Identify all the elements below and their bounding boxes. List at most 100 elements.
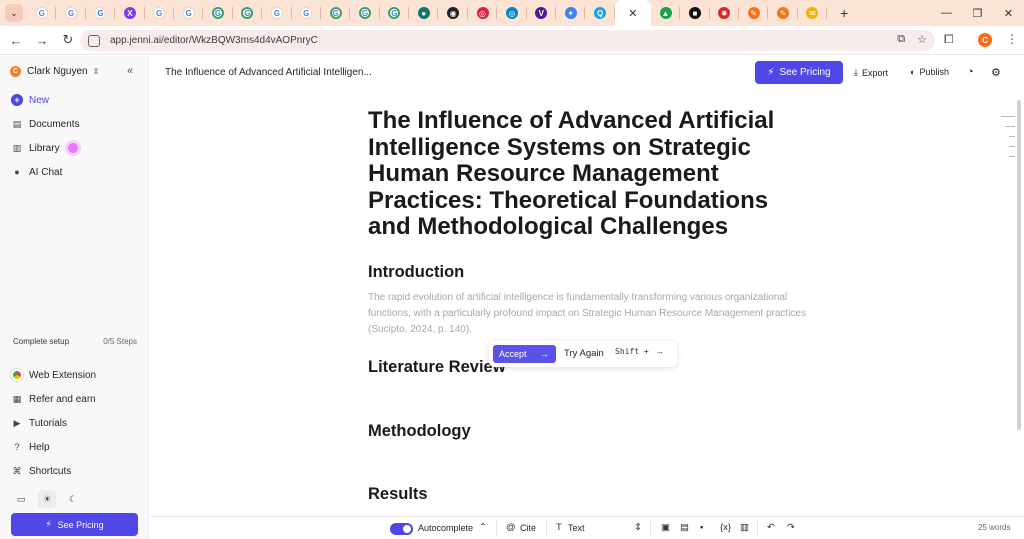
sun-icon[interactable]: ☀: [38, 490, 56, 508]
try-again-button[interactable]: Try Again: [564, 348, 604, 359]
reload-button[interactable]: ↻: [55, 32, 81, 48]
site-info-icon[interactable]: [88, 34, 100, 47]
sidebar-item-shortcuts[interactable]: ⌘ Shortcuts: [11, 462, 72, 480]
export-button[interactable]: ⤓ Export: [854, 67, 888, 78]
browser-tab[interactable]: ▲: [651, 0, 681, 26]
undo-icon[interactable]: ↶: [767, 522, 775, 533]
sidebar-item-web-extension[interactable]: Web Extension: [11, 366, 96, 384]
autocomplete-toggle[interactable]: [390, 523, 413, 535]
cite-button[interactable]: Cite: [520, 523, 536, 533]
back-button[interactable]: ←: [3, 33, 29, 48]
heading-introduction[interactable]: Introduction: [368, 263, 464, 282]
browser-tab[interactable]: ◉: [438, 0, 469, 26]
table-icon[interactable]: ▤: [680, 522, 689, 533]
browser-tab[interactable]: G: [56, 0, 87, 26]
complete-setup-progress[interactable]: Complete setup 0/5 Steps: [13, 337, 137, 346]
divider: [650, 521, 651, 535]
browser-tab[interactable]: G: [321, 0, 351, 26]
browser-tab[interactable]: ✉: [798, 0, 828, 26]
minimize-button[interactable]: —: [931, 7, 962, 19]
account-switcher[interactable]: C Clark Nguyen ⇕: [10, 66, 99, 77]
install-app-icon[interactable]: ⧉: [897, 33, 905, 46]
select-chevron-icon[interactable]: ⇕: [634, 522, 642, 533]
document-title[interactable]: The Influence of Advanced Artificial Int…: [368, 107, 808, 241]
profile-avatar[interactable]: C: [978, 33, 992, 47]
library-icon: ▥: [12, 142, 22, 153]
close-tab-icon[interactable]: ✕: [628, 7, 637, 20]
outline-line[interactable]: [1009, 136, 1015, 137]
browser-tab[interactable]: G: [145, 0, 175, 26]
document-outline[interactable]: [1001, 116, 1015, 166]
heading-literature-review[interactable]: Literature Review: [368, 358, 506, 377]
browser-tab[interactable]: G: [292, 0, 322, 26]
browser-tab[interactable]: ◎: [497, 0, 528, 26]
browser-menu-icon[interactable]: ⋮: [1006, 32, 1018, 46]
browser-tab[interactable]: ✎: [739, 0, 769, 26]
bookmark-star-icon[interactable]: ☆: [917, 33, 927, 46]
image-icon[interactable]: ▣: [661, 522, 670, 533]
history-icon[interactable]: ◔: [967, 66, 974, 78]
document-body[interactable]: The Influence of Advanced Artificial Int…: [368, 107, 808, 241]
redo-icon[interactable]: ↷: [787, 522, 795, 533]
sidebar-item-refer[interactable]: ▦ Refer and earn: [11, 390, 96, 408]
browser-tab[interactable]: G: [174, 0, 204, 26]
browser-tab[interactable]: G: [262, 0, 292, 26]
new-tab-button[interactable]: +: [833, 5, 855, 21]
jenni-icon: ✦: [564, 7, 577, 19]
tab-search-chevron-icon[interactable]: ⌄: [5, 4, 23, 22]
outline-line[interactable]: [1009, 156, 1015, 157]
outline-line[interactable]: [1009, 146, 1015, 147]
forward-button[interactable]: →: [29, 33, 55, 48]
browser-tab[interactable]: G: [233, 0, 263, 26]
sidebar-item-label: Library: [29, 142, 60, 154]
heading-methodology[interactable]: Methodology: [368, 422, 471, 441]
browser-tab[interactable]: ■: [680, 0, 710, 26]
address-bar[interactable]: app.jenni.ai/editor/WkzBQW3ms4d4vAOPnryC…: [80, 30, 935, 51]
browser-tab[interactable]: G: [380, 0, 410, 26]
heading-results[interactable]: Results: [368, 485, 428, 504]
browser-tab[interactable]: ◎: [468, 0, 498, 26]
sidebar-item-documents[interactable]: ▤ Documents: [11, 115, 80, 133]
browser-tab[interactable]: G: [203, 0, 234, 26]
sidebar-item-library[interactable]: ▥ Library: [11, 139, 78, 157]
maximize-button[interactable]: ❐: [962, 7, 993, 20]
code-block-icon[interactable]: ▥: [740, 522, 749, 533]
see-pricing-button[interactable]: ⚡ See Pricing: [755, 61, 843, 84]
accept-button[interactable]: Accept →: [493, 345, 556, 363]
browser-tab-active[interactable]: ✕: [614, 0, 651, 26]
monitor-icon[interactable]: ▭: [12, 490, 30, 508]
browser-tab[interactable]: ✎: [768, 0, 799, 26]
browser-tab[interactable]: ●: [409, 0, 439, 26]
sidebar-item-ai-chat[interactable]: ● AI Chat: [11, 163, 62, 181]
sidebar-item-tutorials[interactable]: ▶ Tutorials: [11, 414, 67, 432]
text-style-select[interactable]: Text: [568, 523, 585, 533]
browser-tab[interactable]: ✹: [710, 0, 740, 26]
document-icon: ▤: [12, 118, 22, 129]
arrow-right-icon: →: [655, 346, 664, 356]
moon-icon[interactable]: ☾: [64, 490, 82, 508]
browser-tab[interactable]: V: [527, 0, 557, 26]
close-window-button[interactable]: ✕: [993, 7, 1024, 20]
extensions-puzzle-icon[interactable]: ⧠: [944, 32, 954, 47]
publish-button[interactable]: ◐ Publish: [910, 67, 949, 77]
collapse-sidebar-button[interactable]: «: [127, 65, 133, 77]
browser-tab[interactable]: Q: [585, 0, 616, 26]
scrollbar[interactable]: [1017, 100, 1021, 430]
dark-app-icon: ◉: [447, 7, 460, 19]
browser-tab[interactable]: ✦: [556, 0, 586, 26]
browser-tab[interactable]: G: [86, 0, 116, 26]
embed-icon[interactable]: ▪: [700, 522, 703, 533]
formula-icon[interactable]: {x}: [720, 522, 731, 533]
settings-gear-icon[interactable]: ⚙: [991, 66, 1001, 79]
document-title-breadcrumb[interactable]: The Influence of Advanced Artificial Int…: [165, 67, 372, 78]
divider: [546, 521, 547, 535]
sidebar-item-new[interactable]: + New: [11, 91, 49, 109]
outline-line[interactable]: [1001, 116, 1015, 117]
chevron-up-icon[interactable]: ⌃: [479, 522, 487, 533]
sidebar-item-help[interactable]: ? Help: [11, 438, 49, 456]
outline-line[interactable]: [1005, 126, 1015, 127]
browser-tab[interactable]: G: [350, 0, 381, 26]
sidebar-see-pricing-button[interactable]: ⚡ See Pricing: [11, 513, 138, 536]
browser-tab[interactable]: X: [115, 0, 145, 26]
browser-tab[interactable]: G: [27, 0, 57, 26]
